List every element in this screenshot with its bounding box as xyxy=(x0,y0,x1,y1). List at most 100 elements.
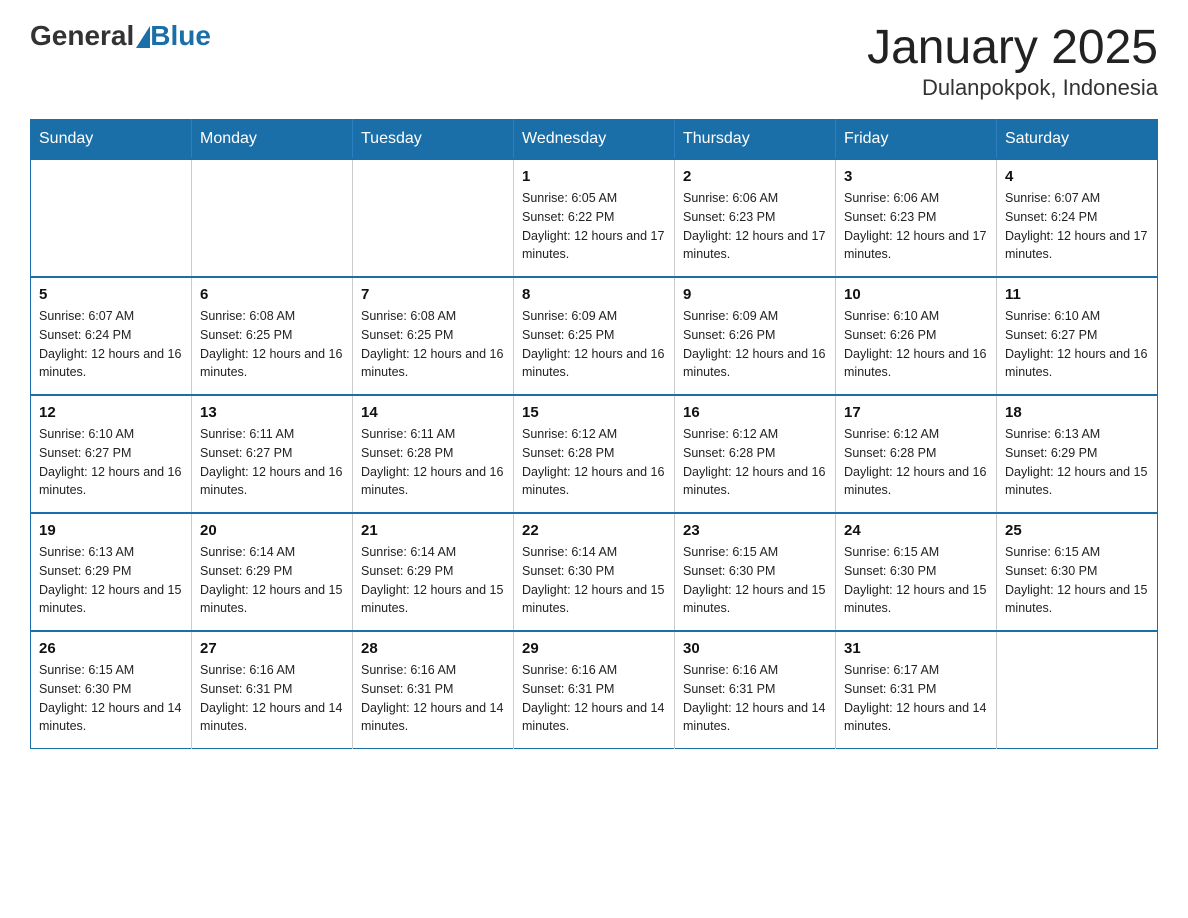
day-number: 21 xyxy=(361,522,505,539)
calendar-day-cell: 18 Sunrise: 6:13 AM Sunset: 6:29 PM Dayli… xyxy=(997,395,1158,513)
day-info: Sunrise: 6:16 AM Sunset: 6:31 PM Dayligh… xyxy=(361,661,505,736)
day-number: 26 xyxy=(39,640,183,657)
calendar-title: January 2025 xyxy=(867,20,1158,75)
day-info: Sunrise: 6:16 AM Sunset: 6:31 PM Dayligh… xyxy=(522,661,666,736)
calendar-day-cell: 4 Sunrise: 6:07 AM Sunset: 6:24 PM Daylig… xyxy=(997,159,1158,277)
day-info: Sunrise: 6:08 AM Sunset: 6:25 PM Dayligh… xyxy=(200,307,344,382)
day-info: Sunrise: 6:12 AM Sunset: 6:28 PM Dayligh… xyxy=(683,425,827,500)
calendar-day-cell: 9Sunrise: 6:09 AM Sunset: 6:26 PM Daylig… xyxy=(675,277,836,395)
day-info: Sunrise: 6:13 AM Sunset: 6:29 PM Dayligh… xyxy=(39,543,183,618)
calendar-day-cell: 22 Sunrise: 6:14 AM Sunset: 6:30 PM Dayli… xyxy=(514,513,675,631)
calendar-day-header: Saturday xyxy=(997,120,1158,160)
title-block: January 2025 Dulanpokpok, Indonesia xyxy=(867,20,1158,101)
calendar-week-row: 26 Sunrise: 6:15 AM Sunset: 6:30 PM Dayli… xyxy=(31,631,1158,749)
calendar-day-cell: 1Sunrise: 6:05 AM Sunset: 6:22 PM Daylig… xyxy=(514,159,675,277)
day-number: 18 xyxy=(1005,404,1149,421)
logo-general-text: General xyxy=(30,20,134,52)
day-info: Sunrise: 6:17 AM Sunset: 6:31 PM Dayligh… xyxy=(844,661,988,736)
calendar-day-cell xyxy=(31,159,192,277)
day-info: Sunrise: 6:06 AM Sunset: 6:23 PM Dayligh… xyxy=(844,189,988,264)
calendar-week-row: 5 Sunrise: 6:07 AM Sunset: 6:24 PM Daylig… xyxy=(31,277,1158,395)
day-number: 19 xyxy=(39,522,183,539)
calendar-day-cell: 2 Sunrise: 6:06 AM Sunset: 6:23 PM Daylig… xyxy=(675,159,836,277)
day-number: 30 xyxy=(683,640,827,657)
day-info: Sunrise: 6:12 AM Sunset: 6:28 PM Dayligh… xyxy=(844,425,988,500)
day-number: 17 xyxy=(844,404,988,421)
calendar-day-cell: 7Sunrise: 6:08 AM Sunset: 6:25 PM Daylig… xyxy=(353,277,514,395)
day-number: 15 xyxy=(522,404,666,421)
day-info: Sunrise: 6:13 AM Sunset: 6:29 PM Dayligh… xyxy=(1005,425,1149,500)
day-number: 12 xyxy=(39,404,183,421)
day-number: 4 xyxy=(1005,168,1149,185)
logo: General Blue xyxy=(30,20,211,52)
calendar-day-cell: 29 Sunrise: 6:16 AM Sunset: 6:31 PM Dayli… xyxy=(514,631,675,749)
calendar-day-cell: 21 Sunrise: 6:14 AM Sunset: 6:29 PM Dayli… xyxy=(353,513,514,631)
day-number: 6 xyxy=(200,286,344,303)
calendar-day-cell: 20Sunrise: 6:14 AM Sunset: 6:29 PM Dayli… xyxy=(192,513,353,631)
calendar-day-header: Wednesday xyxy=(514,120,675,160)
calendar-day-cell: 28 Sunrise: 6:16 AM Sunset: 6:31 PM Dayli… xyxy=(353,631,514,749)
calendar-day-cell: 6 Sunrise: 6:08 AM Sunset: 6:25 PM Daylig… xyxy=(192,277,353,395)
calendar-header-row: SundayMondayTuesdayWednesdayThursdayFrid… xyxy=(31,120,1158,160)
day-info: Sunrise: 6:09 AM Sunset: 6:25 PM Dayligh… xyxy=(522,307,666,382)
calendar-week-row: 12 Sunrise: 6:10 AM Sunset: 6:27 PM Dayli… xyxy=(31,395,1158,513)
day-number: 14 xyxy=(361,404,505,421)
calendar-day-header: Thursday xyxy=(675,120,836,160)
day-number: 10 xyxy=(844,286,988,303)
calendar-day-cell: 19 Sunrise: 6:13 AM Sunset: 6:29 PM Dayli… xyxy=(31,513,192,631)
day-info: Sunrise: 6:11 AM Sunset: 6:27 PM Dayligh… xyxy=(200,425,344,500)
calendar-day-cell: 12 Sunrise: 6:10 AM Sunset: 6:27 PM Dayli… xyxy=(31,395,192,513)
calendar-day-cell: 17 Sunrise: 6:12 AM Sunset: 6:28 PM Dayli… xyxy=(836,395,997,513)
calendar-day-cell: 14 Sunrise: 6:11 AM Sunset: 6:28 PM Dayli… xyxy=(353,395,514,513)
day-info: Sunrise: 6:10 AM Sunset: 6:27 PM Dayligh… xyxy=(1005,307,1149,382)
day-number: 20 xyxy=(200,522,344,539)
calendar-day-header: Friday xyxy=(836,120,997,160)
day-number: 31 xyxy=(844,640,988,657)
day-number: 11 xyxy=(1005,286,1149,303)
day-info: Sunrise: 6:16 AM Sunset: 6:31 PM Dayligh… xyxy=(200,661,344,736)
day-info: Sunrise: 6:07 AM Sunset: 6:24 PM Dayligh… xyxy=(1005,189,1149,264)
day-number: 5 xyxy=(39,286,183,303)
calendar-day-cell: 8Sunrise: 6:09 AM Sunset: 6:25 PM Daylig… xyxy=(514,277,675,395)
day-number: 24 xyxy=(844,522,988,539)
calendar-subtitle: Dulanpokpok, Indonesia xyxy=(867,75,1158,101)
calendar-day-cell: 15 Sunrise: 6:12 AM Sunset: 6:28 PM Dayli… xyxy=(514,395,675,513)
day-info: Sunrise: 6:06 AM Sunset: 6:23 PM Dayligh… xyxy=(683,189,827,264)
day-info: Sunrise: 6:15 AM Sunset: 6:30 PM Dayligh… xyxy=(683,543,827,618)
day-number: 25 xyxy=(1005,522,1149,539)
day-info: Sunrise: 6:12 AM Sunset: 6:28 PM Dayligh… xyxy=(522,425,666,500)
logo-blue-text: Blue xyxy=(150,20,211,52)
day-info: Sunrise: 6:11 AM Sunset: 6:28 PM Dayligh… xyxy=(361,425,505,500)
day-info: Sunrise: 6:10 AM Sunset: 6:26 PM Dayligh… xyxy=(844,307,988,382)
calendar-day-cell xyxy=(353,159,514,277)
calendar-day-cell: 13Sunrise: 6:11 AM Sunset: 6:27 PM Dayli… xyxy=(192,395,353,513)
day-number: 22 xyxy=(522,522,666,539)
calendar-day-header: Monday xyxy=(192,120,353,160)
logo-triangle-icon xyxy=(136,26,150,48)
calendar-day-cell xyxy=(192,159,353,277)
day-number: 28 xyxy=(361,640,505,657)
day-info: Sunrise: 6:14 AM Sunset: 6:29 PM Dayligh… xyxy=(361,543,505,618)
day-number: 2 xyxy=(683,168,827,185)
day-info: Sunrise: 6:15 AM Sunset: 6:30 PM Dayligh… xyxy=(39,661,183,736)
calendar-day-header: Tuesday xyxy=(353,120,514,160)
calendar-day-cell xyxy=(997,631,1158,749)
day-info: Sunrise: 6:07 AM Sunset: 6:24 PM Dayligh… xyxy=(39,307,183,382)
day-info: Sunrise: 6:14 AM Sunset: 6:30 PM Dayligh… xyxy=(522,543,666,618)
calendar-table: SundayMondayTuesdayWednesdayThursdayFrid… xyxy=(30,119,1158,749)
calendar-day-cell: 31 Sunrise: 6:17 AM Sunset: 6:31 PM Dayli… xyxy=(836,631,997,749)
day-info: Sunrise: 6:15 AM Sunset: 6:30 PM Dayligh… xyxy=(844,543,988,618)
day-info: Sunrise: 6:16 AM Sunset: 6:31 PM Dayligh… xyxy=(683,661,827,736)
day-number: 1 xyxy=(522,168,666,185)
calendar-week-row: 1Sunrise: 6:05 AM Sunset: 6:22 PM Daylig… xyxy=(31,159,1158,277)
calendar-day-cell: 27 Sunrise: 6:16 AM Sunset: 6:31 PM Dayli… xyxy=(192,631,353,749)
day-info: Sunrise: 6:10 AM Sunset: 6:27 PM Dayligh… xyxy=(39,425,183,500)
day-number: 29 xyxy=(522,640,666,657)
calendar-day-cell: 10 Sunrise: 6:10 AM Sunset: 6:26 PM Dayli… xyxy=(836,277,997,395)
day-number: 27 xyxy=(200,640,344,657)
day-number: 23 xyxy=(683,522,827,539)
calendar-day-cell: 3Sunrise: 6:06 AM Sunset: 6:23 PM Daylig… xyxy=(836,159,997,277)
calendar-day-cell: 5 Sunrise: 6:07 AM Sunset: 6:24 PM Daylig… xyxy=(31,277,192,395)
day-number: 7 xyxy=(361,286,505,303)
calendar-week-row: 19 Sunrise: 6:13 AM Sunset: 6:29 PM Dayli… xyxy=(31,513,1158,631)
